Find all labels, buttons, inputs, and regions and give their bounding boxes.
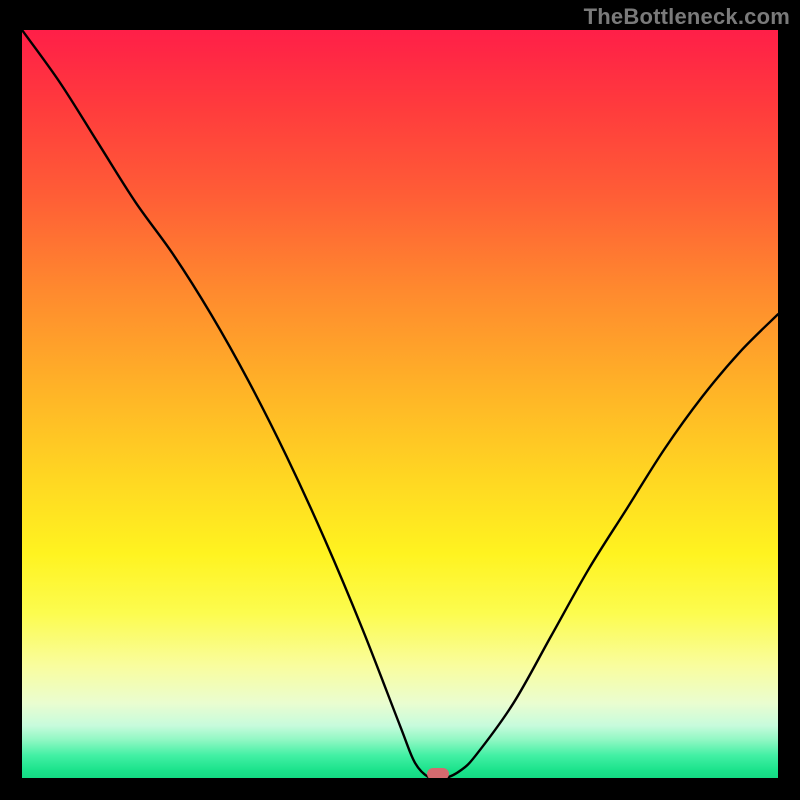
chart-frame: TheBottleneck.com bbox=[0, 0, 800, 800]
watermark: TheBottleneck.com bbox=[584, 4, 790, 30]
plot-area bbox=[22, 30, 778, 778]
minimum-marker bbox=[427, 768, 449, 778]
bottleneck-curve bbox=[22, 30, 778, 778]
